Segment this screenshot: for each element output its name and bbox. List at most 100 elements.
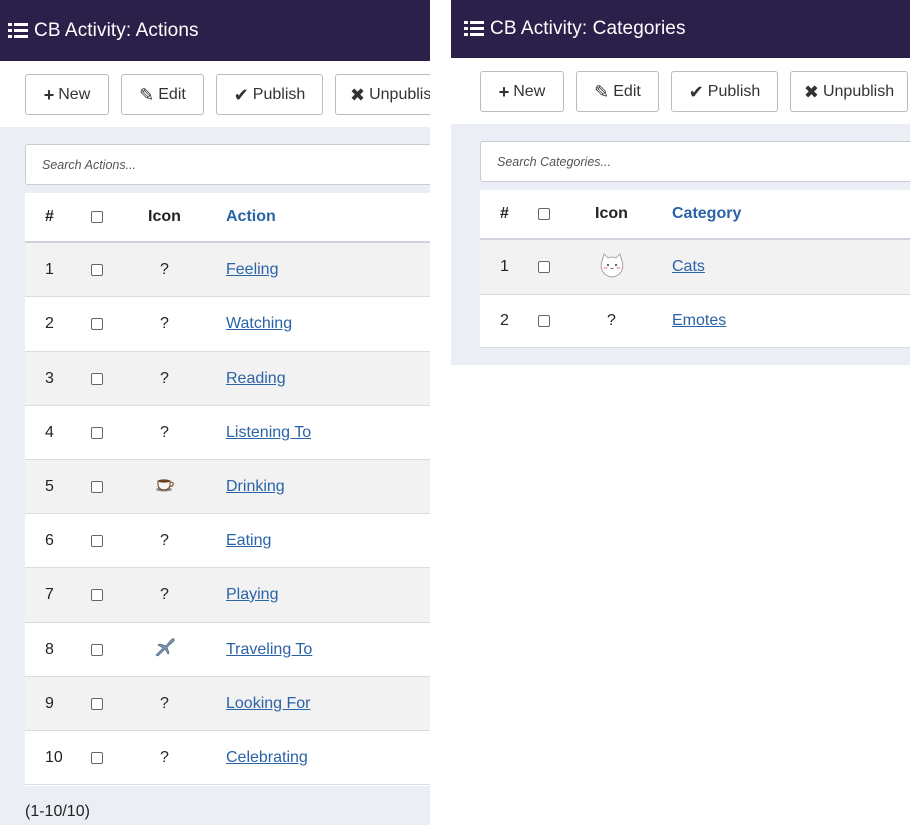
plus-icon: + (43, 84, 55, 105)
row-icon-cell: ? (137, 315, 192, 333)
row-name-link[interactable]: Looking For (226, 695, 311, 713)
unknown-icon: ? (160, 694, 169, 712)
table-row: 5 Drinking (25, 460, 430, 514)
row-icon-cell: ? (137, 695, 192, 713)
search-input[interactable]: Search Categories... (480, 141, 910, 182)
row-icon-cell: ? (137, 586, 192, 604)
row-number: 1 (500, 258, 509, 275)
table-row: 8 Traveling To (25, 623, 430, 677)
table-header-row: # Icon Action (25, 193, 430, 243)
categories-toolbar: + New ✎ Edit ✔ Publish ✖ Unpublish (451, 58, 910, 124)
select-all-checkbox[interactable] (538, 208, 550, 220)
cat-image-icon (599, 251, 625, 279)
close-icon: ✖ (803, 81, 819, 102)
table-row: 4? Listening To (25, 406, 430, 460)
coffee-cup-icon (155, 476, 175, 492)
row-number: 4 (45, 423, 54, 441)
row-number: 10 (45, 748, 63, 766)
unknown-icon: ? (160, 315, 169, 332)
close-icon: ✖ (350, 84, 366, 105)
row-icon-cell: ? (137, 749, 192, 767)
row-icon-cell (137, 637, 192, 662)
row-name-link[interactable]: Traveling To (226, 641, 312, 659)
table-row: 3? Reading (25, 352, 430, 406)
unpublish-button[interactable]: ✖ Unpublish (335, 74, 430, 115)
row-name-link[interactable]: Listening To (226, 424, 311, 442)
row-checkbox[interactable] (91, 372, 103, 385)
row-icon-cell (137, 476, 192, 497)
row-name-link[interactable]: Reading (226, 370, 286, 388)
unknown-icon: ? (607, 312, 616, 329)
row-checkbox[interactable] (91, 751, 103, 764)
unpublish-button[interactable]: ✖ Unpublish (790, 71, 908, 112)
unknown-icon: ? (160, 748, 169, 766)
row-checkbox[interactable] (91, 263, 103, 276)
row-icon-cell: ? (137, 261, 192, 279)
row-name-link[interactable]: Drinking (226, 478, 285, 496)
edit-icon: ✎ (139, 84, 155, 105)
page-title: CB Activity: Actions (34, 19, 199, 41)
row-name-link[interactable]: Cats (672, 258, 705, 276)
search-input[interactable]: Search Actions... (25, 144, 430, 185)
check-icon: ✔ (233, 84, 249, 105)
unknown-icon: ? (160, 531, 169, 549)
check-icon: ✔ (688, 81, 704, 102)
sort-action-column[interactable]: Action (226, 208, 276, 226)
table-row: 9? Looking For (25, 677, 430, 731)
table-row: 1? Feeling (25, 243, 430, 297)
row-number: 2 (45, 315, 54, 332)
row-icon-cell: ? (584, 312, 639, 330)
row-checkbox[interactable] (91, 589, 103, 601)
table-row: 1 Cats (480, 240, 910, 295)
page-title: CB Activity: Categories (490, 18, 686, 39)
row-checkbox[interactable] (538, 315, 550, 327)
row-name-link[interactable]: Emotes (672, 312, 726, 330)
edit-button[interactable]: ✎ Edit (576, 71, 659, 112)
row-checkbox[interactable] (91, 480, 103, 493)
edit-icon: ✎ (594, 81, 610, 102)
row-name-link[interactable]: Eating (226, 532, 271, 550)
row-name-link[interactable]: Celebrating (226, 749, 308, 767)
new-button[interactable]: + New (480, 71, 564, 112)
row-number: 6 (45, 531, 54, 549)
actions-toolbar: + New ✎ Edit ✔ Publish ✖ Unpublish (0, 61, 430, 127)
row-checkbox[interactable] (91, 318, 103, 330)
table-row: 7? Playing (25, 568, 430, 623)
row-number: 1 (45, 260, 54, 278)
publish-button[interactable]: ✔ Publish (671, 71, 778, 112)
categories-table: # Icon Category 1 Cats 2? Emotes (480, 190, 910, 348)
table-row: 2? Emotes (480, 295, 910, 348)
row-checkbox[interactable] (91, 643, 103, 656)
row-name-link[interactable]: Feeling (226, 261, 278, 279)
categories-titlebar: CB Activity: Categories (451, 0, 910, 58)
table-row: 2? Watching (25, 297, 430, 352)
unknown-icon: ? (160, 423, 169, 441)
row-checkbox[interactable] (91, 697, 103, 710)
new-button[interactable]: + New (25, 74, 109, 115)
row-icon-cell (584, 251, 639, 284)
list-icon (8, 22, 28, 39)
unknown-icon: ? (160, 586, 169, 603)
select-all-checkbox[interactable] (91, 211, 103, 223)
airplane-icon (154, 638, 176, 661)
actions-table: # Icon Action 1? Feeling 2? Watching 3? Readi… (25, 193, 430, 786)
publish-button[interactable]: ✔ Publish (216, 74, 323, 115)
table-row: 6? Eating (25, 514, 430, 568)
edit-button[interactable]: ✎ Edit (121, 74, 204, 115)
plus-icon: + (498, 81, 510, 102)
row-name-link[interactable]: Playing (226, 586, 278, 604)
row-checkbox[interactable] (91, 534, 103, 547)
pagination-status: (1-10/10) (25, 803, 90, 820)
row-number: 9 (45, 694, 54, 712)
row-number: 8 (45, 640, 54, 658)
row-name-link[interactable]: Watching (226, 315, 292, 333)
unknown-icon: ? (160, 369, 169, 387)
sort-category-column[interactable]: Category (672, 205, 741, 223)
row-icon-cell: ? (137, 370, 192, 388)
actions-panel: CB Activity: Actions + New ✎ Edit ✔ Publ… (0, 0, 430, 825)
categories-panel: CB Activity: Categories + New ✎ Edit ✔ P… (451, 0, 910, 365)
actions-titlebar: CB Activity: Actions (0, 0, 430, 61)
row-checkbox[interactable] (91, 426, 103, 439)
unknown-icon: ? (160, 260, 169, 278)
row-checkbox[interactable] (538, 261, 550, 273)
